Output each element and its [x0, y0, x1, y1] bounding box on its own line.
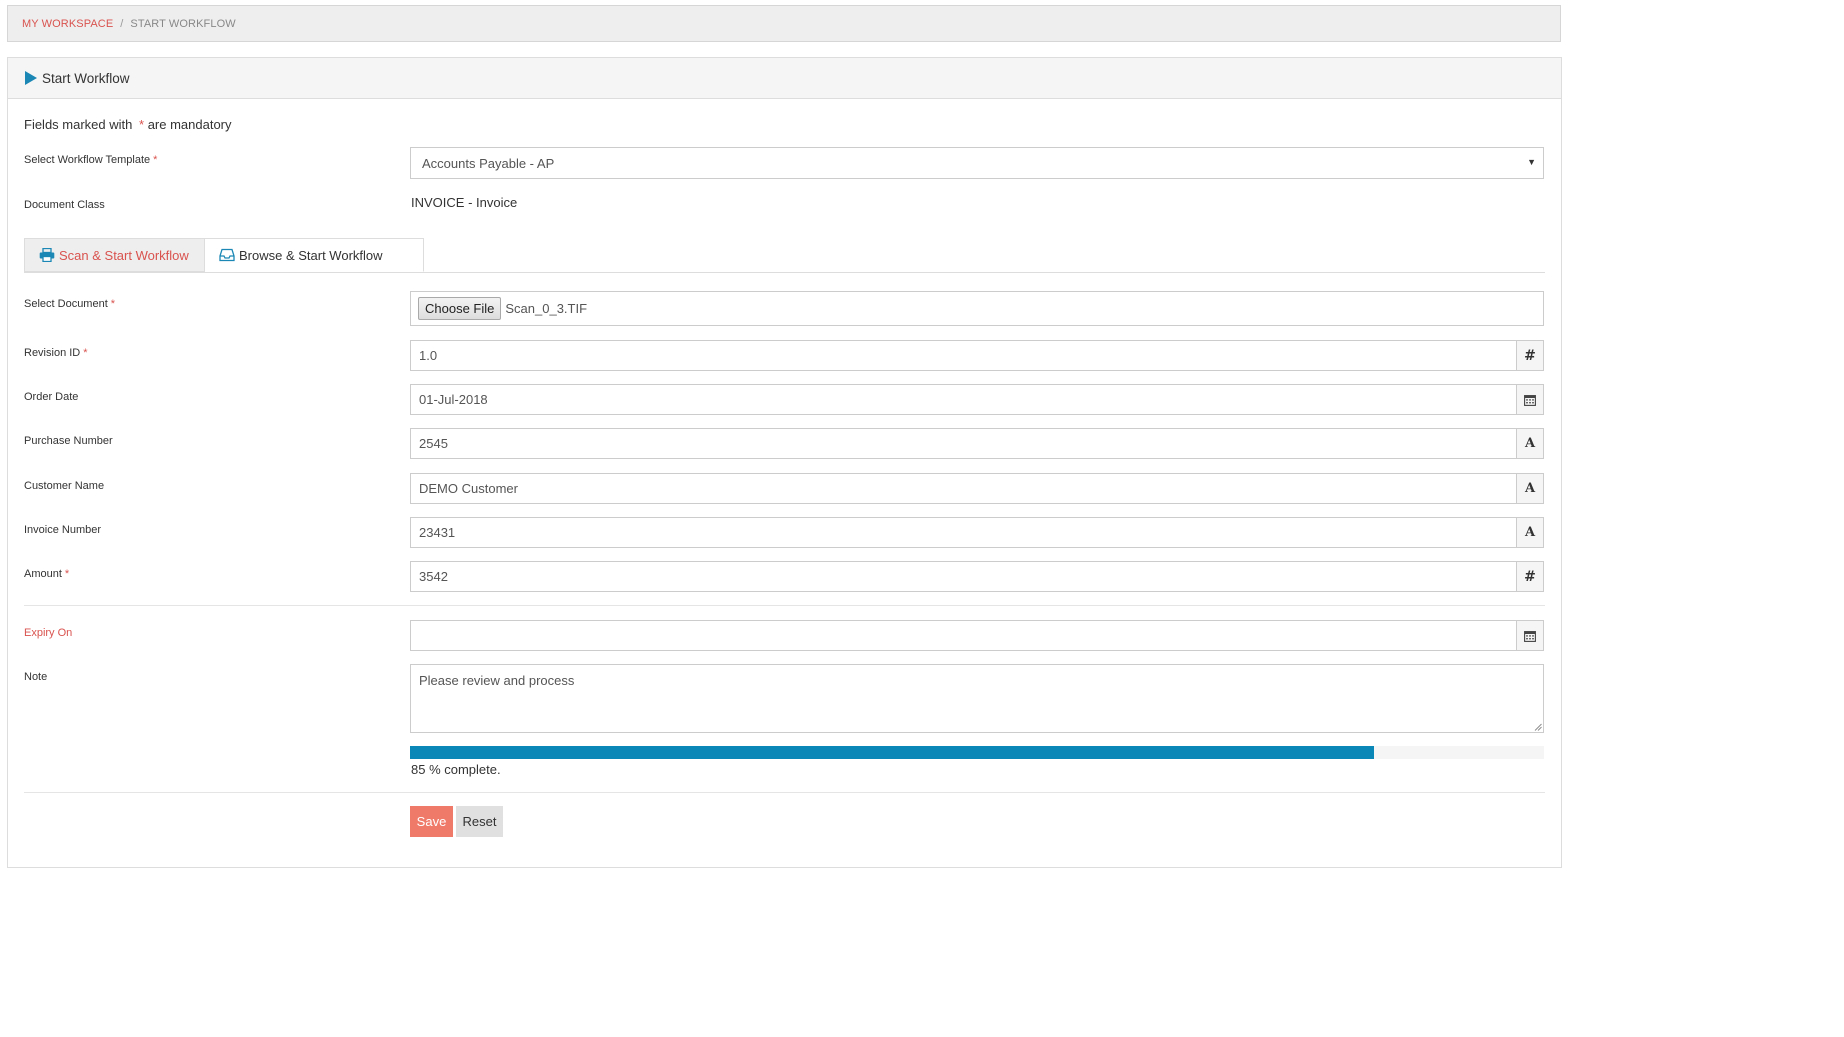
file-input: Choose File Scan_0_3.TIF — [410, 291, 1544, 326]
mandatory-note: Fields marked with * are mandatory — [24, 117, 232, 132]
tab-browse-start-workflow[interactable]: Browse & Start Workflow — [205, 238, 424, 272]
note-label: Note — [24, 671, 48, 683]
customer-name-input[interactable]: DEMO Customer — [410, 473, 1516, 504]
section-divider — [24, 605, 1545, 606]
save-button[interactable]: Save — [410, 806, 453, 837]
play-icon — [25, 71, 37, 85]
chevron-down-icon: ▼ — [1527, 157, 1536, 167]
expiry-on-label: Expiry On — [24, 627, 73, 639]
breadcrumb: MY WORKSPACE / START WORKFLOW — [7, 5, 1561, 42]
order-date-label: Order Date — [24, 391, 79, 403]
workflow-template-value: Accounts Payable - AP — [422, 155, 555, 171]
calendar-icon[interactable] — [1516, 384, 1544, 415]
purchase-number-input[interactable]: 2545 — [410, 428, 1516, 459]
document-class-value: INVOICE - Invoice — [411, 195, 518, 210]
document-class-label: Document Class — [24, 199, 105, 211]
panel-title: Start Workflow — [42, 70, 130, 86]
inbox-icon — [219, 248, 235, 262]
order-date-group: 01-Jul-2018 — [410, 384, 1544, 415]
upload-progress-bar — [410, 746, 1544, 759]
mandatory-note-prefix: Fields marked with — [24, 117, 133, 132]
expiry-on-group — [410, 620, 1544, 651]
progress-text: 85 % complete. — [411, 762, 501, 777]
breadcrumb-separator: / — [120, 17, 124, 30]
workflow-template-label: Select Workflow Template * — [24, 154, 158, 166]
workflow-template-select[interactable]: Accounts Payable - AP ▼ — [410, 147, 1544, 179]
breadcrumb-current: START WORKFLOW — [130, 17, 236, 30]
amount-group: 3542 # — [410, 561, 1544, 592]
required-star: * — [139, 117, 145, 132]
hash-icon: # — [1516, 561, 1544, 592]
tab-scan-start-workflow[interactable]: Scan & Start Workflow — [24, 238, 205, 272]
breadcrumb-my-workspace[interactable]: MY WORKSPACE — [22, 18, 113, 30]
expiry-on-input[interactable] — [410, 620, 1516, 651]
mandatory-note-suffix: are mandatory — [147, 117, 232, 132]
calendar-icon[interactable] — [1516, 620, 1544, 651]
text-type-icon: A — [1516, 517, 1544, 548]
amount-label: Amount * — [24, 568, 70, 580]
selected-file-name: Scan_0_3.TIF — [505, 301, 588, 316]
customer-name-label: Customer Name — [24, 480, 105, 492]
select-document-label: Select Document * — [24, 298, 116, 310]
tab-scan-label: Scan & Start Workflow — [59, 247, 189, 263]
purchase-number-label: Purchase Number — [24, 435, 113, 447]
note-text: Please review and process — [419, 673, 575, 688]
purchase-number-group: 2545 A — [410, 428, 1544, 459]
choose-file-button[interactable]: Choose File — [418, 297, 502, 320]
panel-header: Start Workflow — [8, 58, 1561, 99]
revision-id-group: 1.0 # — [410, 340, 1544, 371]
workflow-tabs: Scan & Start Workflow Browse & Start Wor… — [24, 238, 1545, 273]
revision-id-label: Revision ID * — [24, 347, 88, 359]
actions-divider — [24, 792, 1545, 793]
hash-icon: # — [1516, 340, 1544, 371]
printer-icon — [39, 248, 55, 262]
note-textarea[interactable]: Please review and process — [410, 664, 1544, 733]
invoice-number-label: Invoice Number — [24, 524, 102, 536]
invoice-number-group: 23431 A — [410, 517, 1544, 548]
upload-progress-fill — [410, 746, 1374, 759]
reset-button[interactable]: Reset — [456, 806, 503, 837]
text-type-icon: A — [1516, 473, 1544, 504]
invoice-number-input[interactable]: 23431 — [410, 517, 1516, 548]
tab-browse-label: Browse & Start Workflow — [239, 247, 383, 263]
text-type-icon: A — [1516, 428, 1544, 459]
revision-id-input[interactable]: 1.0 — [410, 340, 1516, 371]
customer-name-group: DEMO Customer A — [410, 473, 1544, 504]
amount-input[interactable]: 3542 — [410, 561, 1516, 592]
order-date-input[interactable]: 01-Jul-2018 — [410, 384, 1516, 415]
resize-handle-icon[interactable] — [1534, 723, 1542, 731]
